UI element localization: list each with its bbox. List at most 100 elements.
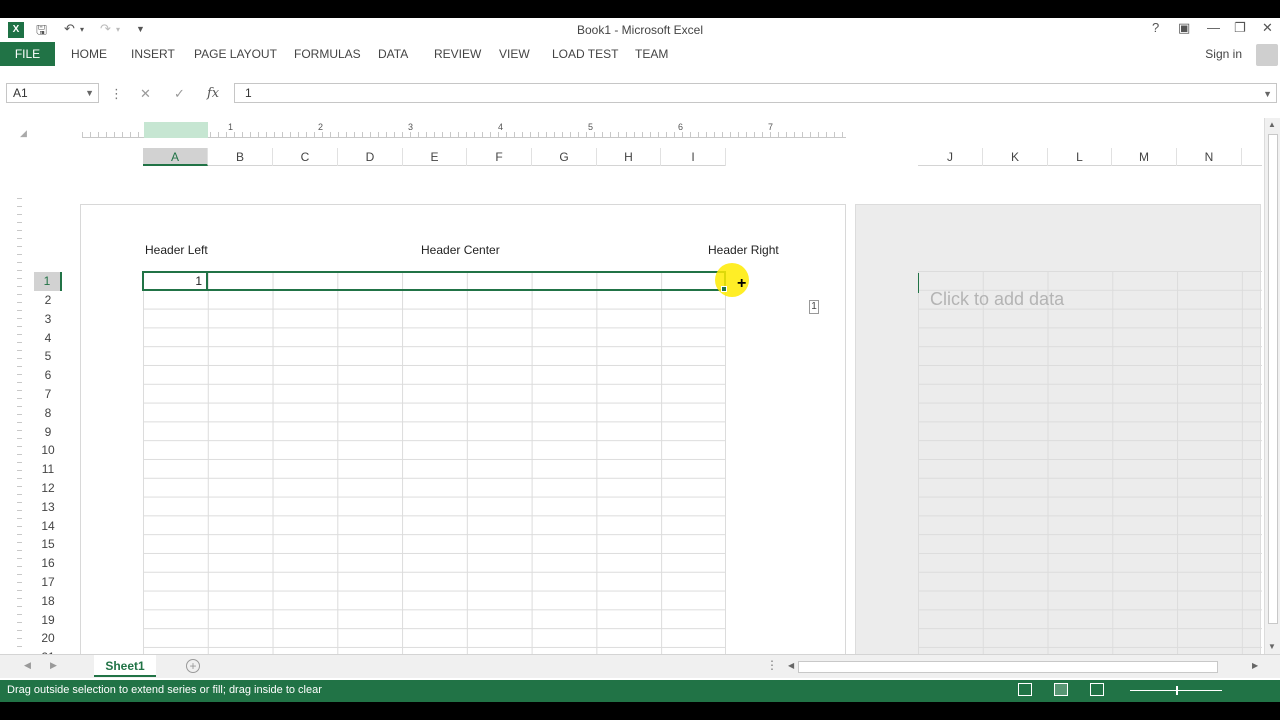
chevron-down-icon[interactable]: ▼: [85, 84, 94, 102]
row-header-1[interactable]: 1: [34, 272, 62, 291]
tab-split-icon[interactable]: ⋮: [766, 658, 778, 672]
formula-value: 1: [245, 86, 252, 100]
new-sheet-icon[interactable]: +: [186, 659, 200, 673]
page-1: Header Left Header Center Header Right 1…: [80, 204, 846, 666]
ruler-number: 6: [678, 122, 684, 132]
insert-function-icon[interactable]: fx: [207, 86, 219, 101]
tab-data[interactable]: DATA: [378, 42, 408, 66]
formula-input[interactable]: 1 ▼: [234, 83, 1277, 103]
scroll-right-icon[interactable]: ▶: [1252, 661, 1258, 670]
scroll-up-icon[interactable]: ▲: [1268, 120, 1276, 129]
prev-sheet-icon[interactable]: ◀: [24, 660, 31, 671]
row-header-11[interactable]: 11: [34, 460, 62, 479]
ruler-number: 5: [588, 122, 594, 132]
page-layout-view-icon[interactable]: [1054, 683, 1068, 696]
ribbon-display-icon[interactable]: ▣: [1178, 20, 1190, 36]
ruler-number: 4: [498, 122, 504, 132]
row-header-4[interactable]: 4: [34, 329, 62, 348]
minimize-icon[interactable]: —: [1207, 20, 1220, 35]
row-header-2[interactable]: 2: [34, 291, 62, 310]
tab-view[interactable]: VIEW: [499, 42, 530, 66]
row-header-13[interactable]: 13: [34, 498, 62, 517]
row-header-19[interactable]: 19: [34, 611, 62, 630]
column-header-i[interactable]: I: [661, 148, 726, 166]
row-header-7[interactable]: 7: [34, 385, 62, 404]
header-center[interactable]: Header Center: [421, 243, 500, 257]
fill-handle[interactable]: [721, 286, 727, 292]
column-header-c[interactable]: C: [273, 148, 338, 166]
zoom-slider[interactable]: [1130, 686, 1222, 695]
column-header-n[interactable]: N: [1177, 148, 1242, 166]
column-header-h[interactable]: H: [597, 148, 661, 166]
avatar[interactable]: [1256, 44, 1278, 66]
vertical-scrollbar[interactable]: ▲ ▼: [1264, 118, 1280, 666]
row-header-8[interactable]: 8: [34, 404, 62, 423]
column-header-d[interactable]: D: [338, 148, 403, 166]
help-icon[interactable]: ?: [1152, 20, 1159, 35]
sheet-tab-bar: ◀ ▶ Sheet1 + ⋮ ◀ ▶: [0, 654, 1280, 678]
column-header-g[interactable]: G: [532, 148, 597, 166]
scroll-down-icon[interactable]: ▼: [1268, 642, 1276, 651]
horizontal-scroll-thumb[interactable]: [798, 661, 1218, 673]
ruler-number: 3: [408, 122, 414, 132]
column-header-m[interactable]: M: [1112, 148, 1177, 166]
row-header-17[interactable]: 17: [34, 573, 62, 592]
cell-grid-page2[interactable]: [918, 271, 1262, 666]
column-header-l[interactable]: L: [1048, 148, 1112, 166]
tab-page-layout[interactable]: PAGE LAYOUT: [194, 42, 277, 66]
tab-review[interactable]: REVIEW: [434, 42, 481, 66]
page-break-view-icon[interactable]: [1090, 683, 1104, 696]
header-left[interactable]: Header Left: [145, 243, 208, 257]
cell-a1[interactable]: 1: [142, 271, 208, 291]
horizontal-scrollbar[interactable]: ◀ ▶: [786, 661, 1262, 673]
row-header-18[interactable]: 18: [34, 592, 62, 611]
sign-in-link[interactable]: Sign in: [1205, 47, 1242, 61]
ruler-highlight: [144, 122, 208, 138]
select-all-icon[interactable]: ◢: [20, 128, 27, 139]
column-header-j[interactable]: J: [918, 148, 983, 166]
tab-load-test[interactable]: LOAD TEST: [552, 42, 618, 66]
tab-formulas[interactable]: FORMULAS: [294, 42, 361, 66]
row-header-14[interactable]: 14: [34, 517, 62, 536]
row-header-16[interactable]: 16: [34, 554, 62, 573]
scroll-left-icon[interactable]: ◀: [788, 661, 794, 670]
row-header-10[interactable]: 10: [34, 441, 62, 460]
status-bar: Drag outside selection to extend series …: [0, 680, 1280, 702]
row-header-3[interactable]: 3: [34, 310, 62, 329]
name-box[interactable]: A1 ▼: [6, 83, 99, 103]
vertical-scroll-thumb[interactable]: [1268, 134, 1278, 624]
horizontal-ruler: 1 2 3 4 5 6 7: [82, 122, 846, 138]
column-headers-page1: A B C D E F G H I: [143, 148, 726, 166]
row-header-12[interactable]: 12: [34, 479, 62, 498]
cell-grid[interactable]: [143, 271, 726, 666]
tab-home[interactable]: HOME: [71, 42, 107, 66]
column-header-b[interactable]: B: [208, 148, 273, 166]
tab-file[interactable]: FILE: [0, 42, 55, 66]
more-options-icon[interactable]: ⋮: [110, 86, 123, 102]
next-sheet-icon[interactable]: ▶: [50, 660, 57, 671]
column-header-a[interactable]: A: [143, 148, 208, 166]
expand-formula-icon[interactable]: ▼: [1263, 85, 1272, 103]
row-header-6[interactable]: 6: [34, 366, 62, 385]
tab-insert[interactable]: INSERT: [131, 42, 175, 66]
header-right[interactable]: Header Right: [708, 243, 779, 257]
enter-icon[interactable]: ✓: [174, 86, 185, 102]
column-header-k[interactable]: K: [983, 148, 1048, 166]
row-header-9[interactable]: 9: [34, 423, 62, 442]
window-title: Book1 - Microsoft Excel: [576, 23, 704, 37]
column-header-f[interactable]: F: [467, 148, 532, 166]
row-header-15[interactable]: 15: [34, 535, 62, 554]
autofill-tooltip: 1: [809, 300, 819, 314]
close-icon[interactable]: ✕: [1262, 20, 1273, 36]
column-header-e[interactable]: E: [403, 148, 467, 166]
cancel-icon[interactable]: ✕: [140, 86, 151, 102]
row-header-20[interactable]: 20: [34, 629, 62, 648]
row-header-5[interactable]: 5: [34, 347, 62, 366]
ruler-number: 7: [768, 122, 774, 132]
restore-icon[interactable]: ❐: [1234, 20, 1246, 36]
ruler-number: 1: [228, 122, 234, 132]
tab-team[interactable]: TEAM: [635, 42, 668, 66]
click-to-add-data[interactable]: Click to add data: [930, 289, 1064, 310]
sheet-tab-sheet1[interactable]: Sheet1: [94, 655, 156, 677]
normal-view-icon[interactable]: [1018, 683, 1032, 696]
